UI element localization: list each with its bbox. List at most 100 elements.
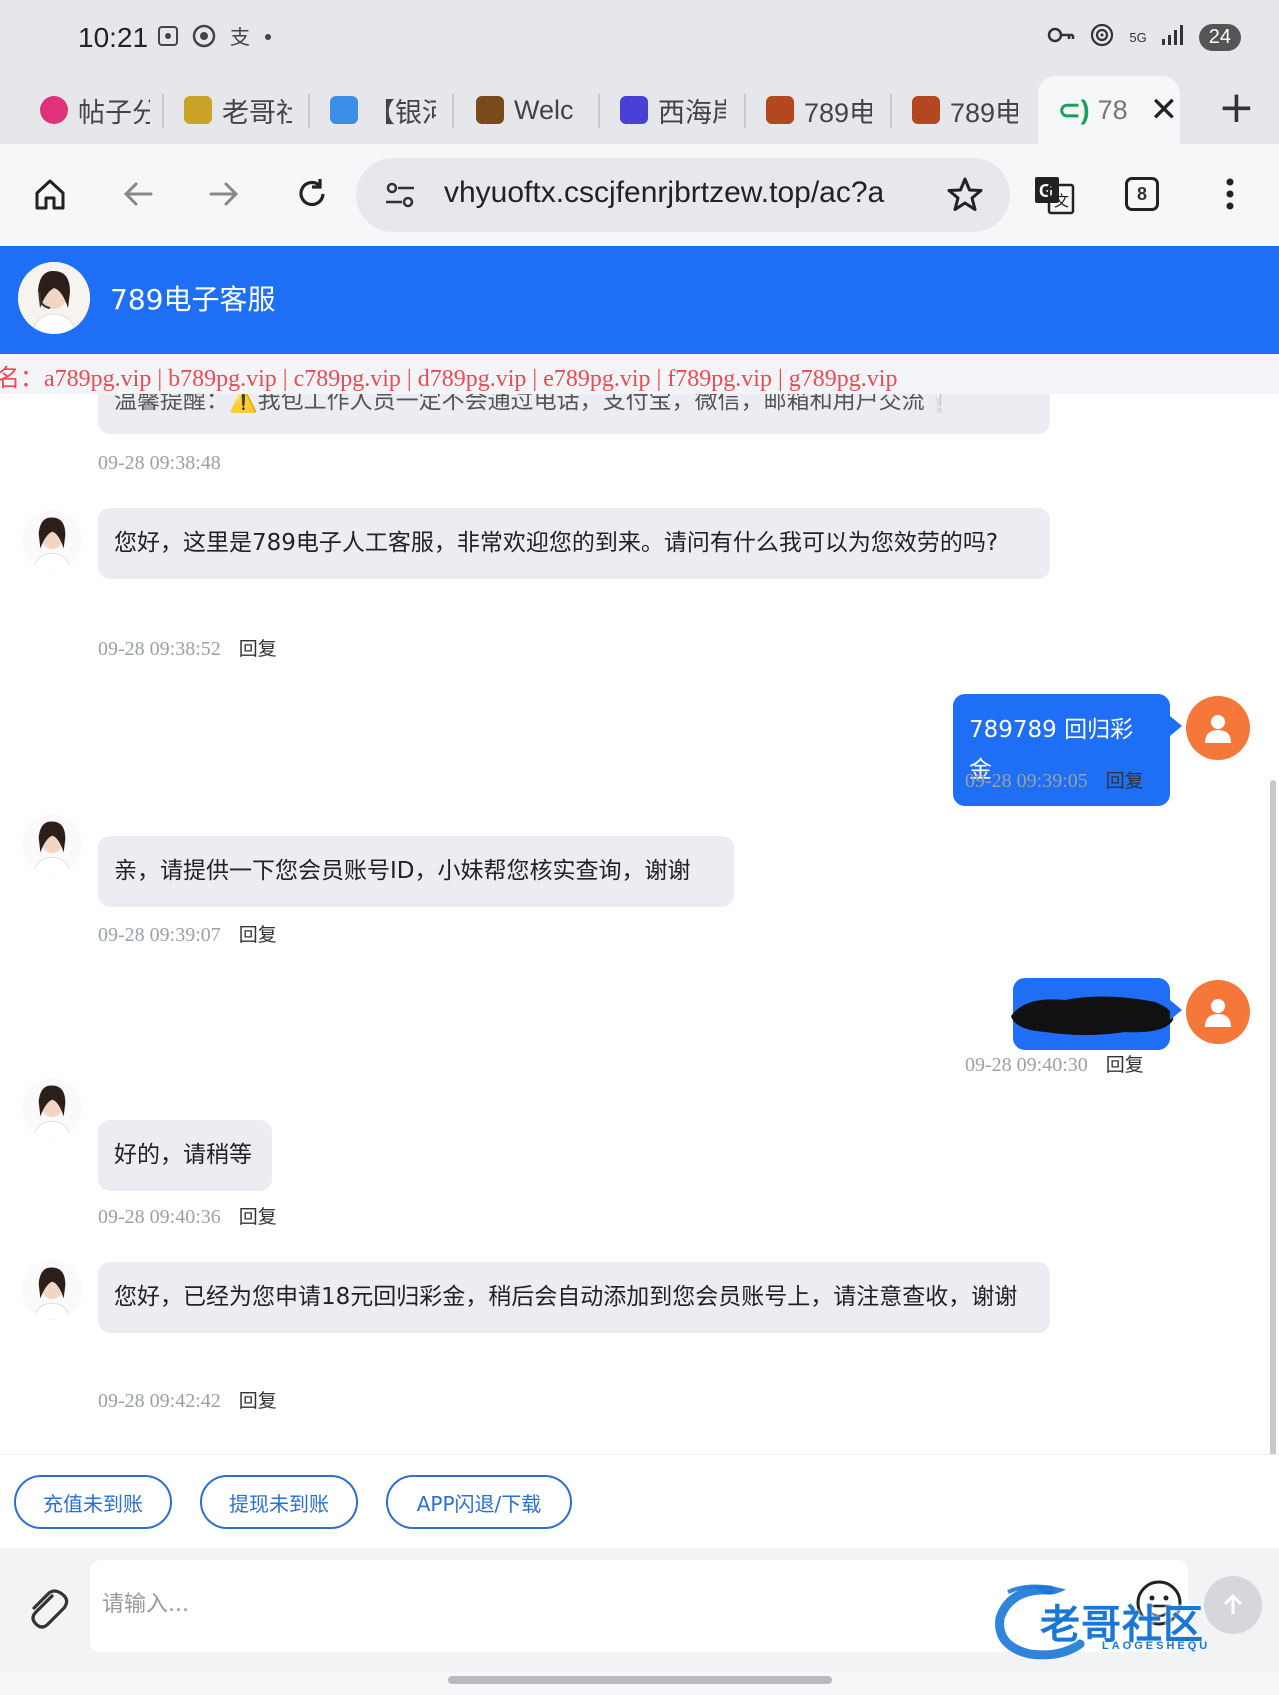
reply-link[interactable]: 回复 (1106, 1054, 1144, 1076)
system-icons: 5G 24 (1047, 22, 1241, 52)
agent-message: 您好，已经为您申请18元回归彩金，稍后会自动添加到您会员账号上，请注意查收，谢谢 (98, 1262, 1050, 1333)
tab-favicon-icon (912, 96, 940, 124)
user-avatar-icon (1186, 696, 1250, 760)
notification-icons: 支 (156, 24, 272, 49)
tab-label: 78 (1097, 94, 1128, 125)
tab-label: 789电 (804, 97, 872, 128)
agent-message: 好的，请稍等 (98, 1120, 272, 1191)
close-tab-icon[interactable]: ✕ (1150, 90, 1179, 130)
message-time: 09-28 09:40:30 (965, 1054, 1088, 1076)
message-text: 您好，这里是789电子人工客服，非常欢迎您的到来。请问有什么我可以为您效劳的吗? (114, 530, 999, 556)
address-bar[interactable]: vhyuoftx.cscjfenrjbrtzew.top/ac?a (356, 158, 1010, 232)
signal-icon (1161, 23, 1185, 51)
agent-avatar (22, 1078, 82, 1138)
tab-count: 8 (1125, 177, 1159, 211)
agent-avatar (22, 1260, 82, 1320)
tab-divider (308, 94, 310, 128)
input-placeholder: 请输入... (102, 1592, 189, 1617)
screenshot-icon (156, 24, 180, 48)
agent-avatar (18, 262, 90, 334)
forward-arrow-icon[interactable] (202, 172, 246, 216)
message-time: 09-28 09:38:48 (98, 452, 221, 474)
agent-message: 亲，请提供一下您会员账号ID，小妹帮您核实查询，谢谢 (98, 836, 734, 907)
redaction-scribble (1011, 996, 1174, 1035)
message-time: 09-28 09:39:07 (98, 924, 221, 946)
chat-header: 789电子客服 (0, 246, 1279, 354)
battery-indicator: 24 (1198, 23, 1241, 51)
tab-label: 789电 (950, 97, 1018, 128)
back-arrow-icon[interactable] (116, 172, 160, 216)
message-time: 09-28 09:39:05 (965, 770, 1088, 792)
quick-reply-app-button[interactable]: APP闪退/下载 (386, 1475, 572, 1529)
reply-link[interactable]: 回复 (239, 638, 277, 660)
tab-divider (162, 94, 164, 128)
alipay-icon: 支 (228, 24, 252, 49)
tab-favicon-icon (40, 96, 68, 124)
message-meta: 09-28 09:38:48 (98, 452, 221, 475)
dot-icon (264, 24, 272, 48)
svg-text:文: 文 (1054, 192, 1069, 210)
browser-tab[interactable]: 789电 (912, 82, 1018, 138)
browser-tab[interactable]: 789电 (766, 82, 872, 138)
reload-icon[interactable] (290, 172, 334, 216)
home-indicator[interactable] (448, 1676, 832, 1684)
message-text: 亲，请提供一下您会员账号ID，小妹帮您核实查询，谢谢 (114, 858, 691, 884)
browser-toolbar: vhyuoftx.cscjfenrjbrtzew.top/ac?a G文 8 (0, 144, 1279, 246)
hotspot-icon (1089, 22, 1115, 52)
browser-tab-active[interactable]: ⊂) 78 ✕ (1038, 76, 1180, 144)
user-avatar-icon (1186, 980, 1250, 1044)
tab-label: Welc (514, 94, 574, 125)
tab-favicon-icon (766, 96, 794, 124)
new-tab-button[interactable]: + (1218, 82, 1255, 133)
tab-divider (452, 94, 454, 128)
tab-favicon-icon (620, 96, 648, 124)
site-settings-icon[interactable] (384, 180, 416, 214)
bookmark-star-icon[interactable] (946, 176, 984, 218)
message-text: 温馨提醒：⚠️我包工作人员一定不会通过电话，支付宝，微信，邮箱和用户交流❕ (114, 394, 954, 414)
tab-favicon-icon (330, 96, 358, 124)
agent-message: 温馨提醒：⚠️我包工作人员一定不会通过电话，支付宝，微信，邮箱和用户交流❕ (98, 394, 1050, 434)
tab-divider (744, 94, 746, 128)
quick-replies: 充值未到账 提现未到账 APP闪退/下载 (0, 1454, 1279, 1548)
tab-switcher-button[interactable]: 8 (1120, 172, 1164, 216)
svg-text:支: 支 (230, 25, 250, 48)
quick-reply-withdraw-button[interactable]: 提现未到账 (200, 1475, 358, 1529)
reply-link[interactable]: 回复 (239, 924, 277, 946)
network-type: 5G (1129, 29, 1147, 45)
translate-icon[interactable]: G文 (1032, 172, 1076, 216)
tab-label: 老哥社 (222, 97, 292, 128)
quick-reply-deposit-button[interactable]: 充值未到账 (14, 1475, 172, 1529)
message-meta: 09-28 09:40:30 回复 (965, 1050, 1144, 1077)
message-text: 好的，请稍等 (114, 1142, 252, 1168)
reply-link[interactable]: 回复 (239, 1390, 277, 1412)
key-icon (1047, 23, 1075, 51)
watermark-subtext: LAOGESHEQU (1102, 1640, 1211, 1652)
watermark-logo: 老哥社区 LAOGESHEQU (990, 1582, 1260, 1662)
agent-avatar (22, 510, 82, 570)
status-time: 10:21 (78, 22, 149, 53)
status-bar: 10:21 支 5G 24 (0, 0, 1279, 76)
message-meta: 09-28 09:40:36 回复 (98, 1202, 277, 1229)
browser-tab[interactable]: Welc (476, 82, 580, 138)
message-meta: 09-28 09:38:52 回复 (98, 634, 277, 661)
user-message-redacted (1011, 978, 1182, 1050)
url-text: vhyuoftx.cscjfenrjbrtzew.top/ac?a (444, 176, 885, 209)
tab-label: 帖子分 (78, 97, 150, 128)
browser-tab-strip: 帖子分 老哥社 【银河 Welc 西海岸 789电 789电 ⊂) 78 ✕ + (0, 76, 1279, 144)
reply-link[interactable]: 回复 (239, 1206, 277, 1228)
message-meta: 09-28 09:39:07 回复 (98, 920, 277, 947)
message-time: 09-28 09:40:36 (98, 1206, 221, 1228)
browser-tab[interactable]: 帖子分 (40, 82, 150, 138)
browser-tab[interactable]: 西海岸 (620, 82, 726, 138)
attachment-icon[interactable] (22, 1584, 70, 1636)
browser-tab[interactable]: 【银河 (330, 82, 436, 138)
browser-tab[interactable]: 老哥社 (184, 82, 292, 138)
chat-scrollbar[interactable] (1270, 780, 1276, 1454)
reply-link[interactable]: 回复 (1106, 770, 1144, 792)
more-menu-icon[interactable] (1208, 172, 1252, 216)
message-meta: 09-28 09:42:42 回复 (98, 1386, 277, 1413)
home-icon[interactable] (28, 172, 72, 216)
tab-label: 西海岸 (658, 97, 726, 128)
domain-marquee: 名：a789pg.vip | b789pg.vip | c789pg.vip |… (0, 354, 1279, 394)
tab-label: 【银河 (368, 97, 436, 128)
